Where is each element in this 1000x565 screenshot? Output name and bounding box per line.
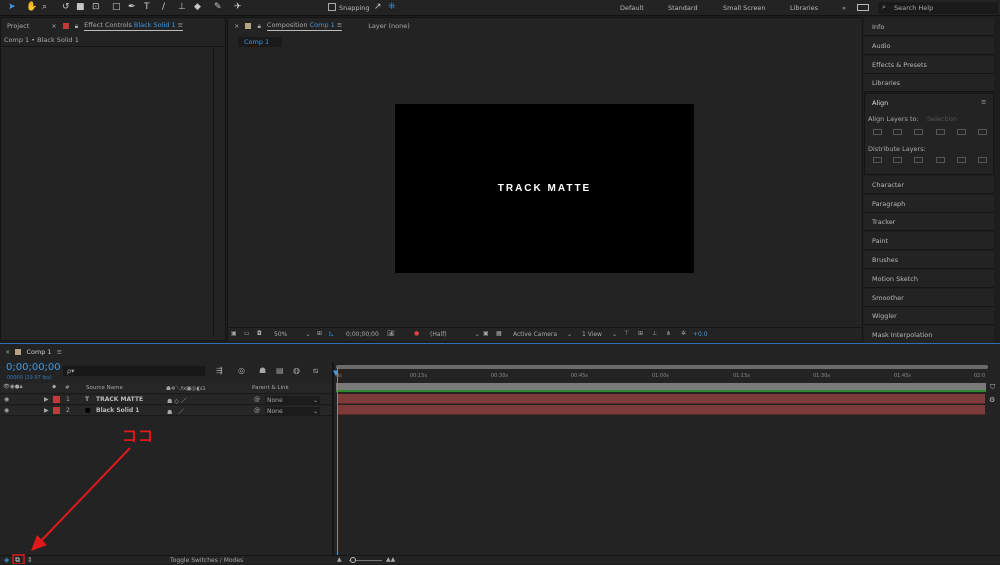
arrow-line [39, 447, 131, 543]
highlight-box [12, 554, 25, 564]
annotation-arrow [12, 447, 131, 564]
